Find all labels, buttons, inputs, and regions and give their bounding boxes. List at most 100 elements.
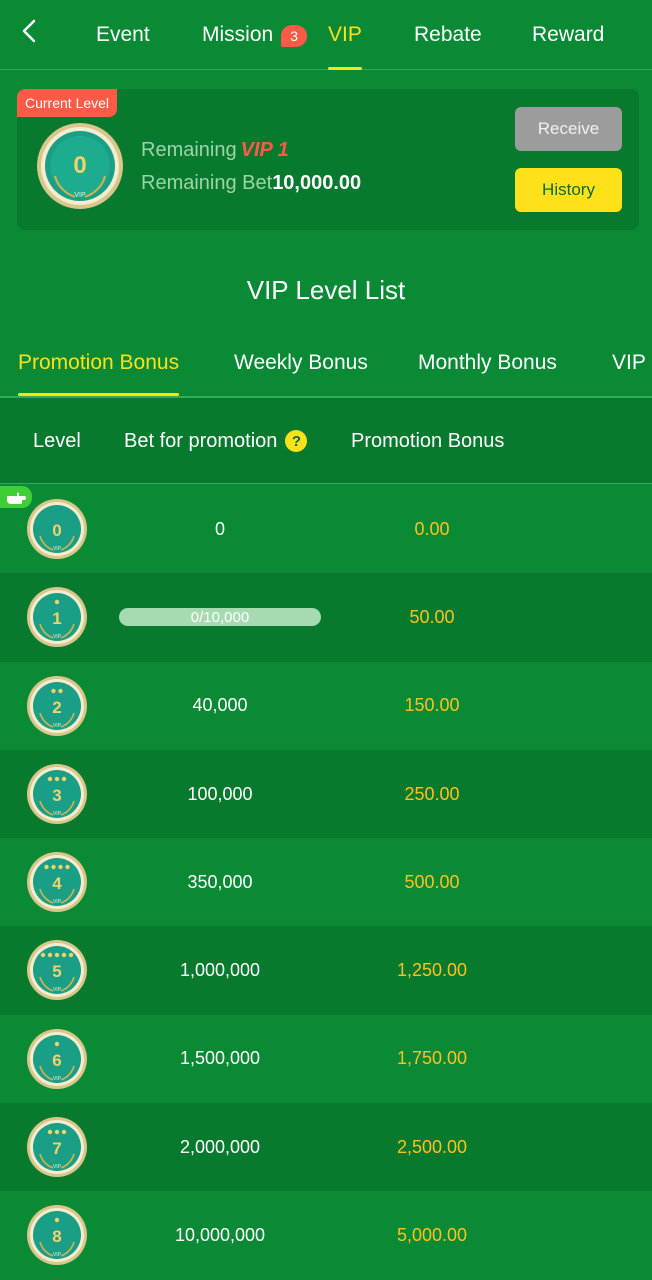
promotion-bonus-cell: 0.00: [414, 518, 450, 539]
svg-text:VIP: VIP: [53, 1252, 62, 1258]
help-icon[interactable]: ?: [285, 430, 308, 452]
back-button[interactable]: [14, 14, 44, 48]
bet-for-promotion-cell: 100,000: [187, 783, 253, 804]
tab-label: Promotion Bonus: [18, 351, 180, 374]
medal-star: [47, 953, 53, 958]
remaining-bet: Remaining Bet10,000.00: [141, 172, 361, 195]
bet-for-promotion-cell: 0: [214, 518, 225, 539]
top-nav: Event Mission 3 VIP Rebate Reward: [0, 0, 652, 70]
medal-star: [54, 1129, 60, 1135]
tab-reward[interactable]: Reward: [532, 0, 604, 70]
svg-text:VIP: VIP: [53, 546, 62, 552]
medal-level-number: 3: [52, 786, 61, 805]
promotion-bonus-cell: 50.00: [409, 606, 455, 627]
medal-star: [61, 776, 67, 782]
svg-text:VIP: VIP: [53, 1076, 62, 1082]
tab-rebate[interactable]: Rebate: [414, 0, 482, 70]
svg-text:VIP: VIP: [53, 634, 62, 640]
tab-label: Weekly Bonus: [234, 351, 368, 374]
medal-level-number: 1: [52, 609, 61, 628]
tab-vip[interactable]: VIP: [328, 0, 362, 70]
promotion-bonus-cell: 2,500.00: [396, 1136, 468, 1157]
medal-star: [54, 953, 60, 958]
medal-star: [54, 1041, 60, 1046]
svg-text:VIP: VIP: [53, 723, 62, 729]
section-title: VIP Level List: [246, 275, 406, 305]
table-row: VIP 4 350,000 500.00: [0, 838, 652, 927]
bet-for-promotion-cell: 1,500,000: [179, 1048, 261, 1069]
medal-level-number: 2: [52, 698, 61, 717]
vip-medal-icon: VIP 0: [27, 499, 87, 559]
current-level-tag: Current Level: [17, 89, 118, 117]
promotion-bonus-cell: 250.00: [404, 783, 460, 804]
svg-text:VIP: VIP: [53, 987, 62, 993]
svg-text:VIP: VIP: [74, 192, 86, 199]
tab-vip-bonus[interactable]: VIP B: [612, 330, 652, 396]
table-row: VIP 0 0 0.00: [0, 485, 652, 574]
bet-for-promotion-cell: 2,000,000: [179, 1136, 261, 1157]
promotion-progress-bar: 0/10,000: [119, 608, 321, 627]
vip-medal-icon: VIP 3: [27, 763, 87, 824]
tab-label: Mission 3: [202, 23, 308, 47]
bonus-tabs: Promotion Bonus Weekly Bonus Monthly Bon…: [0, 330, 652, 398]
medal-star: [61, 1129, 67, 1135]
medal-star: [61, 953, 67, 958]
tab-weekly-bonus[interactable]: Weekly Bonus: [234, 330, 368, 396]
vip-medal-icon: VIP 7: [27, 1117, 87, 1178]
tab-label: Rebate: [414, 23, 482, 46]
next-vip-name: VIP 1: [240, 139, 289, 161]
notification-badge: 3: [281, 25, 308, 47]
promotion-bonus-cell: 1,750.00: [396, 1048, 468, 1069]
tab-label: VIP B: [612, 351, 652, 374]
medal-star: [54, 1218, 60, 1223]
column-header-bet-label: Bet for promotion: [124, 429, 278, 452]
medal-level-number: 7: [52, 1139, 61, 1158]
vip-medal-icon: VIP 0: [37, 123, 123, 209]
medal-level-number: 8: [52, 1227, 61, 1246]
bet-for-promotion-cell: 350,000: [187, 871, 253, 892]
medal-star: [54, 600, 60, 605]
chevron-left-icon: [22, 19, 36, 43]
bet-for-promotion-cell: 40,000: [192, 695, 248, 716]
medal-level-number: 6: [52, 1051, 61, 1070]
vip-medal-icon: VIP 6: [27, 1028, 87, 1089]
medal-level-number: 4: [52, 874, 62, 893]
vip-medal-icon: VIP 8: [27, 1205, 87, 1266]
current-level-card: Current Level VIP 0 Remaining VIP 1 Remai…: [17, 89, 639, 230]
remaining-bet-label: Remaining Bet: [141, 172, 273, 194]
tab-mission[interactable]: Mission 3: [202, 0, 308, 70]
medal-star: [47, 776, 53, 782]
column-header-bonus: Promotion Bonus: [351, 429, 505, 452]
promotion-bonus-cell: 1,250.00: [396, 960, 468, 981]
tab-event[interactable]: Event: [96, 0, 150, 70]
medal-star: [65, 864, 70, 870]
medal-star: [58, 864, 63, 870]
table-row: VIP 3 100,000 250.00: [0, 749, 652, 839]
receive-button[interactable]: Receive: [515, 107, 622, 151]
tab-monthly-bonus[interactable]: Monthly Bonus: [418, 330, 557, 396]
medal-star: [47, 1129, 53, 1135]
column-header-level: Level: [33, 429, 81, 452]
progress-label: 0/10,000: [190, 608, 250, 626]
medal-star: [58, 688, 63, 693]
table-row: VIP 2 40,000 150.00: [0, 661, 652, 750]
table-row: VIP 1 0/10,000 50.00: [0, 573, 652, 662]
bet-for-promotion-cell: 10,000,000: [174, 1225, 266, 1246]
pointing-hand-icon: [7, 492, 26, 504]
medal-level-number: 5: [52, 962, 61, 981]
medal-star: [68, 953, 74, 958]
svg-text:VIP: VIP: [53, 1164, 62, 1170]
medal-star: [44, 864, 49, 870]
remaining-vip: Remaining VIP 1: [141, 139, 289, 162]
current-level-pointer-icon: [0, 486, 32, 508]
table-header: Level Bet for promotion ? Promotion Bonu…: [0, 398, 652, 484]
tab-promotion-bonus[interactable]: Promotion Bonus: [18, 330, 180, 396]
table-row: VIP 5 1,000,000 1,250.00: [0, 926, 652, 1015]
remaining-label: Remaining: [141, 139, 237, 161]
medal-star: [54, 776, 60, 782]
medal-star: [40, 953, 46, 958]
history-button[interactable]: History: [515, 168, 622, 212]
vip-medal-icon: VIP 1: [27, 587, 87, 648]
promotion-bonus-cell: 5,000.00: [396, 1225, 468, 1246]
svg-text:VIP: VIP: [53, 811, 62, 817]
